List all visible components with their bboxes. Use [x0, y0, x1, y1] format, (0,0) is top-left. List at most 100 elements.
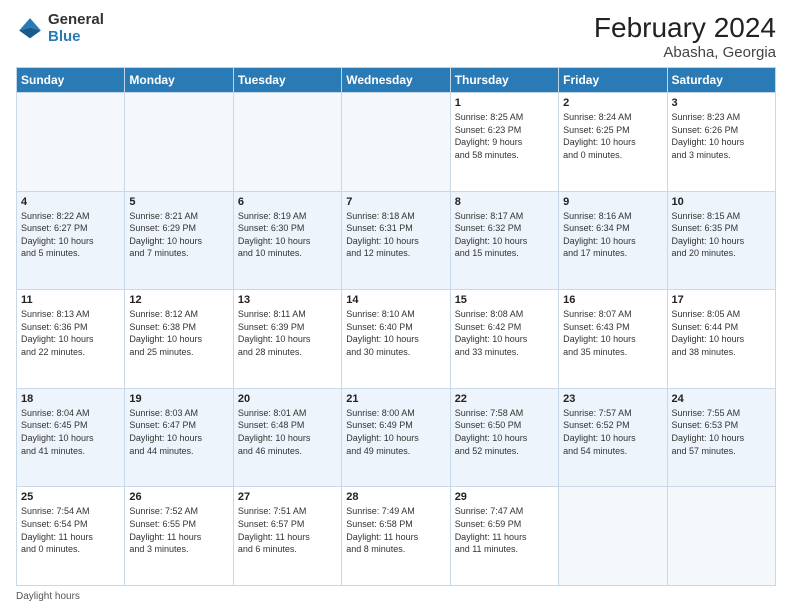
calendar-cell: 16Sunrise: 8:07 AM Sunset: 6:43 PM Dayli… [559, 290, 667, 389]
day-number: 23 [563, 393, 662, 405]
day-info: Sunrise: 8:18 AM Sunset: 6:31 PM Dayligh… [346, 210, 445, 260]
day-number: 22 [455, 393, 554, 405]
day-info: Sunrise: 7:58 AM Sunset: 6:50 PM Dayligh… [455, 407, 554, 457]
day-number: 3 [672, 97, 771, 109]
calendar-cell: 21 Sunrise: 8:00 AM Sunset: 6:49 PM Dayli… [342, 388, 450, 487]
calendar-cell: 15 Sunrise: 8:08 AM Sunset: 6:42 PM Dayli… [450, 290, 558, 389]
calendar-cell: 19 Sunrise: 8:03 AM Sunset: 6:47 PM Dayli… [125, 388, 233, 487]
day-number: 9 [563, 196, 662, 208]
calendar-cell: 1Sunrise: 8:25 AM Sunset: 6:23 PM Daylig… [450, 93, 558, 192]
calendar-cell: 25 Sunrise: 7:54 AM Sunset: 6:54 PM Dayli… [17, 487, 125, 586]
day-number: 18 [21, 393, 120, 405]
day-number: 4 [21, 196, 120, 208]
week-row-5: 25 Sunrise: 7:54 AM Sunset: 6:54 PM Dayli… [17, 487, 776, 586]
day-header-friday: Friday [559, 68, 667, 93]
day-info: Sunrise: 8:17 AM Sunset: 6:32 PM Dayligh… [455, 210, 554, 260]
day-number: 6 [238, 196, 337, 208]
day-number: 10 [672, 196, 771, 208]
day-info: Sunrise: 8:01 AM Sunset: 6:48 PM Dayligh… [238, 407, 337, 457]
calendar-cell: 22 Sunrise: 7:58 AM Sunset: 6:50 PM Dayli… [450, 388, 558, 487]
day-info: Sunrise: 8:11 AM Sunset: 6:39 PM Dayligh… [238, 308, 337, 358]
day-number: 8 [455, 196, 554, 208]
day-number: 25 [21, 491, 120, 503]
calendar-cell [559, 487, 667, 586]
day-info: Sunrise: 8:04 AM Sunset: 6:45 PM Dayligh… [21, 407, 120, 457]
day-number: 28 [346, 491, 445, 503]
day-number: 11 [21, 294, 120, 306]
day-number: 13 [238, 294, 337, 306]
day-info: Sunrise: 7:55 AM Sunset: 6:53 PM Dayligh… [672, 407, 771, 457]
calendar-cell: 29Sunrise: 7:47 AM Sunset: 6:59 PM Dayli… [450, 487, 558, 586]
day-number: 24 [672, 393, 771, 405]
day-info: Sunrise: 7:57 AM Sunset: 6:52 PM Dayligh… [563, 407, 662, 457]
logo-general: General [48, 12, 104, 29]
calendar-cell: 9 Sunrise: 8:16 AM Sunset: 6:34 PM Daylig… [559, 191, 667, 290]
day-info: Sunrise: 8:22 AM Sunset: 6:27 PM Dayligh… [21, 210, 120, 260]
day-info: Sunrise: 8:13 AM Sunset: 6:36 PM Dayligh… [21, 308, 120, 358]
day-number: 5 [129, 196, 228, 208]
day-info: Sunrise: 8:10 AM Sunset: 6:40 PM Dayligh… [346, 308, 445, 358]
day-header-wednesday: Wednesday [342, 68, 450, 93]
calendar-cell: 13 Sunrise: 8:11 AM Sunset: 6:39 PM Dayli… [233, 290, 341, 389]
title-area: February 2024 Abasha, Georgia [594, 12, 776, 61]
day-number: 26 [129, 491, 228, 503]
calendar-cell: 7Sunrise: 8:18 AM Sunset: 6:31 PM Daylig… [342, 191, 450, 290]
calendar-cell: 27 Sunrise: 7:51 AM Sunset: 6:57 PM Dayli… [233, 487, 341, 586]
day-number: 19 [129, 393, 228, 405]
page: General Blue February 2024 Abasha, Georg… [0, 0, 792, 612]
day-number: 27 [238, 491, 337, 503]
day-info: Sunrise: 8:00 AM Sunset: 6:49 PM Dayligh… [346, 407, 445, 457]
logo-icon [16, 15, 44, 43]
calendar-cell [233, 93, 341, 192]
day-info: Sunrise: 7:51 AM Sunset: 6:57 PM Dayligh… [238, 505, 337, 555]
day-info: Sunrise: 7:49 AM Sunset: 6:58 PM Dayligh… [346, 505, 445, 555]
calendar-cell: 12Sunrise: 8:12 AM Sunset: 6:38 PM Dayli… [125, 290, 233, 389]
calendar-cell: 26Sunrise: 7:52 AM Sunset: 6:55 PM Dayli… [125, 487, 233, 586]
day-number: 15 [455, 294, 554, 306]
day-info: Sunrise: 8:23 AM Sunset: 6:26 PM Dayligh… [672, 111, 771, 161]
day-number: 2 [563, 97, 662, 109]
calendar-cell: 14 Sunrise: 8:10 AM Sunset: 6:40 PM Dayli… [342, 290, 450, 389]
top-area: General Blue February 2024 Abasha, Georg… [16, 12, 776, 61]
calendar-cell: 23 Sunrise: 7:57 AM Sunset: 6:52 PM Dayli… [559, 388, 667, 487]
footer: Daylight hours [16, 591, 776, 602]
week-row-2: 4 Sunrise: 8:22 AM Sunset: 6:27 PM Daylig… [17, 191, 776, 290]
day-header-tuesday: Tuesday [233, 68, 341, 93]
day-info: Sunrise: 8:19 AM Sunset: 6:30 PM Dayligh… [238, 210, 337, 260]
header-row: SundayMondayTuesdayWednesdayThursdayFrid… [17, 68, 776, 93]
calendar-cell: 8 Sunrise: 8:17 AM Sunset: 6:32 PM Daylig… [450, 191, 558, 290]
day-header-saturday: Saturday [667, 68, 775, 93]
day-number: 21 [346, 393, 445, 405]
main-title: February 2024 [594, 12, 776, 44]
day-info: Sunrise: 8:03 AM Sunset: 6:47 PM Dayligh… [129, 407, 228, 457]
logo-text: General Blue [48, 12, 104, 45]
day-header-thursday: Thursday [450, 68, 558, 93]
calendar-cell: 20Sunrise: 8:01 AM Sunset: 6:48 PM Dayli… [233, 388, 341, 487]
day-info: Sunrise: 8:16 AM Sunset: 6:34 PM Dayligh… [563, 210, 662, 260]
calendar-cell: 18 Sunrise: 8:04 AM Sunset: 6:45 PM Dayli… [17, 388, 125, 487]
logo: General Blue [16, 12, 104, 45]
day-number: 16 [563, 294, 662, 306]
day-info: Sunrise: 8:12 AM Sunset: 6:38 PM Dayligh… [129, 308, 228, 358]
calendar-cell [342, 93, 450, 192]
calendar-cell: 28 Sunrise: 7:49 AM Sunset: 6:58 PM Dayli… [342, 487, 450, 586]
calendar-cell: 24 Sunrise: 7:55 AM Sunset: 6:53 PM Dayli… [667, 388, 775, 487]
day-number: 14 [346, 294, 445, 306]
week-row-3: 11 Sunrise: 8:13 AM Sunset: 6:36 PM Dayli… [17, 290, 776, 389]
calendar-cell: 2Sunrise: 8:24 AM Sunset: 6:25 PM Daylig… [559, 93, 667, 192]
day-info: Sunrise: 8:21 AM Sunset: 6:29 PM Dayligh… [129, 210, 228, 260]
calendar-cell: 3 Sunrise: 8:23 AM Sunset: 6:26 PM Daylig… [667, 93, 775, 192]
day-info: Sunrise: 7:54 AM Sunset: 6:54 PM Dayligh… [21, 505, 120, 555]
week-row-1: 1Sunrise: 8:25 AM Sunset: 6:23 PM Daylig… [17, 93, 776, 192]
day-number: 17 [672, 294, 771, 306]
calendar-cell [667, 487, 775, 586]
calendar-cell: 4 Sunrise: 8:22 AM Sunset: 6:27 PM Daylig… [17, 191, 125, 290]
day-info: Sunrise: 8:05 AM Sunset: 6:44 PM Dayligh… [672, 308, 771, 358]
day-number: 29 [455, 491, 554, 503]
day-info: Sunrise: 8:08 AM Sunset: 6:42 PM Dayligh… [455, 308, 554, 358]
week-row-4: 18 Sunrise: 8:04 AM Sunset: 6:45 PM Dayli… [17, 388, 776, 487]
calendar-cell [17, 93, 125, 192]
calendar-cell: 5 Sunrise: 8:21 AM Sunset: 6:29 PM Daylig… [125, 191, 233, 290]
footer-text: Daylight hours [16, 591, 80, 602]
day-header-sunday: Sunday [17, 68, 125, 93]
